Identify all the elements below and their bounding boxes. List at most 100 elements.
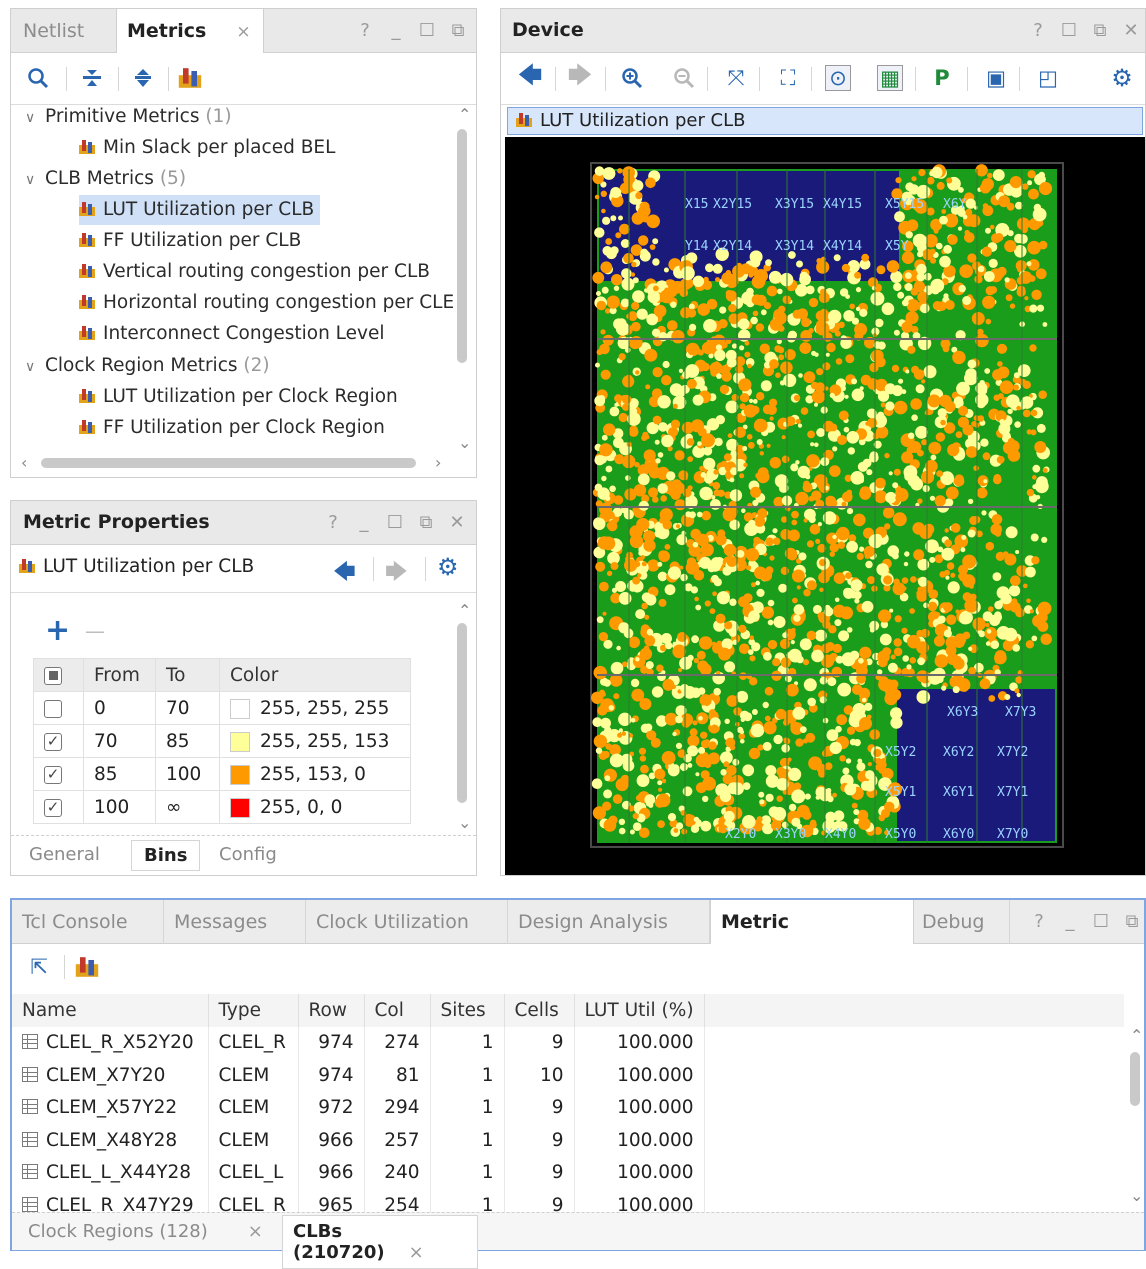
scroll-left-icon[interactable]: ‹ [21,453,27,472]
zoom-selection-icon[interactable]: ⛶ [775,65,801,91]
column-lut-util[interactable]: LUT Util (%) [574,994,705,1027]
column-color[interactable]: Color [219,658,411,692]
column-col[interactable]: Col [364,994,431,1027]
tree-item-interconnect-congestion[interactable]: Interconnect Congestion Level [79,319,385,349]
tree-item-horizontal-congestion[interactable]: Horizontal routing congestion per CLE [79,288,454,318]
close-tab-icon[interactable]: × [236,22,250,42]
bin-row[interactable]: ✓ 85 100 255, 153, 0 [33,757,411,791]
scroll-right-icon[interactable]: › [435,453,441,472]
float-icon[interactable]: ⧉ [417,512,435,533]
bin-from[interactable]: 0 [83,691,156,725]
scroll-up-icon[interactable]: ⌃ [458,105,471,124]
minimize-icon[interactable]: _ [387,20,405,41]
table-row[interactable]: CLEM_X7Y20 CLEM 974 81 1 10 100.000 [12,1059,1124,1092]
scroll-down-icon[interactable]: ⌄ [458,813,471,832]
tree-item-ff-utilization-per-clb[interactable]: FF Utilization per CLB [79,226,301,256]
table-row[interactable]: CLEM_X48Y28 CLEM 966 257 1 9 100.000 [12,1124,1124,1157]
maximize-icon[interactable]: ☐ [1092,911,1110,932]
scroll-up-icon[interactable]: ⌃ [458,601,471,620]
settings-gear-icon[interactable]: ⚙ [437,553,459,581]
tab-netlist[interactable]: Netlist [13,9,94,53]
chevron-down-icon[interactable]: ∨ [25,103,45,133]
tab-clock-regions[interactable]: Clock Regions (128) × [28,1221,263,1242]
tree-item-vertical-congestion[interactable]: Vertical routing congestion per CLB [79,257,430,287]
table-row[interactable]: CLEL_L_X44Y28 CLEL_L 966 240 1 9 100.000 [12,1156,1124,1189]
bin-to[interactable]: 85 [155,724,220,758]
add-bin-button[interactable]: + [45,613,70,648]
table-row[interactable]: CLEL_R_X52Y20 CLEL_R 974 274 1 9 100.000 [12,1026,1124,1059]
tree-item-lut-utilization-per-clb[interactable]: LUT Utilization per CLB [79,195,321,225]
tab-design-analysis[interactable]: Design Analysis [508,900,710,944]
remove-bin-button[interactable]: — [85,619,105,643]
help-icon[interactable]: ? [1029,20,1047,41]
tab-clock-utilization[interactable]: Clock Utilization [306,900,508,944]
bin-row[interactable]: ✓ 100 ∞ 255, 0, 0 [33,790,411,824]
bin-checkbox[interactable]: ✓ [44,798,62,817]
bin-color[interactable]: 255, 153, 0 [219,757,411,791]
bin-row[interactable]: 0 70 255, 255, 255 [33,691,411,725]
metric-icon[interactable] [75,954,104,980]
select-area-icon[interactable]: ▣ [983,65,1009,91]
tab-metric-results[interactable]: Metric Results× [710,900,914,977]
color-swatch[interactable] [230,698,250,719]
tab-metrics[interactable]: Metrics × [116,9,264,53]
column-row[interactable]: Row [298,994,365,1027]
fit-icon[interactable]: ⤧ [723,65,749,91]
auto-fit-icon[interactable]: ⊙ [825,65,851,91]
place-icon[interactable]: P [929,65,955,91]
tree-group-clock-region-metrics[interactable]: ∨ Clock Region Metrics (2) [25,351,270,381]
forward-icon[interactable]: 🡆 [567,61,593,91]
export-icon[interactable]: ⇱ [26,954,52,980]
minimize-icon[interactable]: _ [355,512,373,533]
forward-arrow-icon[interactable]: 🡆 [385,555,408,593]
tree-group-primitive-metrics[interactable]: ∨ Primitive Metrics (1) [25,102,232,132]
scroll-up-icon[interactable]: ⌃ [1130,1026,1143,1045]
float-icon[interactable]: ⧉ [1123,911,1141,932]
bin-row[interactable]: ✓ 70 85 255, 255, 153 [33,724,411,758]
back-icon[interactable]: 🡄 [517,61,543,91]
column-type[interactable]: Type [208,994,299,1027]
tab-debug[interactable]: Debug [912,900,1010,944]
bin-from[interactable]: 70 [83,724,156,758]
tree-horizontal-scrollbar[interactable] [41,458,416,468]
bin-to[interactable]: ∞ [155,790,220,824]
chevron-down-icon[interactable]: ∨ [25,352,45,382]
bin-from[interactable]: 85 [83,757,156,791]
table-row[interactable]: CLEM_X57Y22 CLEM 972 294 1 9 100.000 [12,1091,1124,1124]
help-icon[interactable]: ? [356,20,374,41]
bin-checkbox[interactable]: ✓ [44,765,62,784]
float-icon[interactable]: ⧉ [449,20,467,41]
expand-all-icon[interactable] [130,65,156,91]
zoom-in-icon[interactable] [619,65,645,91]
column-sites[interactable]: Sites [430,994,505,1027]
bin-color[interactable]: 255, 255, 153 [219,724,411,758]
back-arrow-icon[interactable]: 🡄 [333,555,356,593]
scroll-down-icon[interactable]: ⌄ [458,433,471,452]
tree-item-ff-utilization-per-clock-region[interactable]: FF Utilization per Clock Region [79,413,385,443]
bin-to[interactable]: 70 [155,691,220,725]
tree-group-clb-metrics[interactable]: ∨ CLB Metrics (5) [25,164,186,194]
results-vertical-scrollbar[interactable] [1130,1052,1140,1106]
maximize-icon[interactable]: ☐ [1060,20,1078,41]
bin-from[interactable]: 100 [83,790,156,824]
help-icon[interactable]: ? [1030,911,1048,932]
bin-color[interactable]: 255, 0, 0 [219,790,411,824]
tab-messages[interactable]: Messages [164,900,306,944]
properties-vertical-scrollbar[interactable] [457,623,467,803]
float-icon[interactable]: ⧉ [1091,20,1109,41]
color-swatch[interactable] [230,731,250,752]
tab-clbs[interactable]: CLBs (210720) × [282,1215,478,1269]
tab-general[interactable]: General [29,844,100,865]
maximize-icon[interactable]: ☐ [386,512,404,533]
maximize-icon[interactable]: ☐ [418,20,436,41]
device-canvas[interactable]: X15 X2Y15 X3Y15 X4Y15 X5Y15 X6Y Y14 X2Y14 X3Y14 X… [505,137,1145,875]
more-icon[interactable]: ◰ [1035,65,1061,91]
tree-item-min-slack[interactable]: Min Slack per placed BEL [79,133,335,163]
bin-to[interactable]: 100 [155,757,220,791]
color-swatch[interactable] [230,797,250,818]
tab-config[interactable]: Config [219,844,277,865]
tree-vertical-scrollbar[interactable] [457,129,467,363]
search-icon[interactable] [25,65,51,91]
tree-item-lut-utilization-per-clock-region[interactable]: LUT Utilization per Clock Region [79,382,398,412]
close-icon[interactable]: ✕ [448,512,466,533]
